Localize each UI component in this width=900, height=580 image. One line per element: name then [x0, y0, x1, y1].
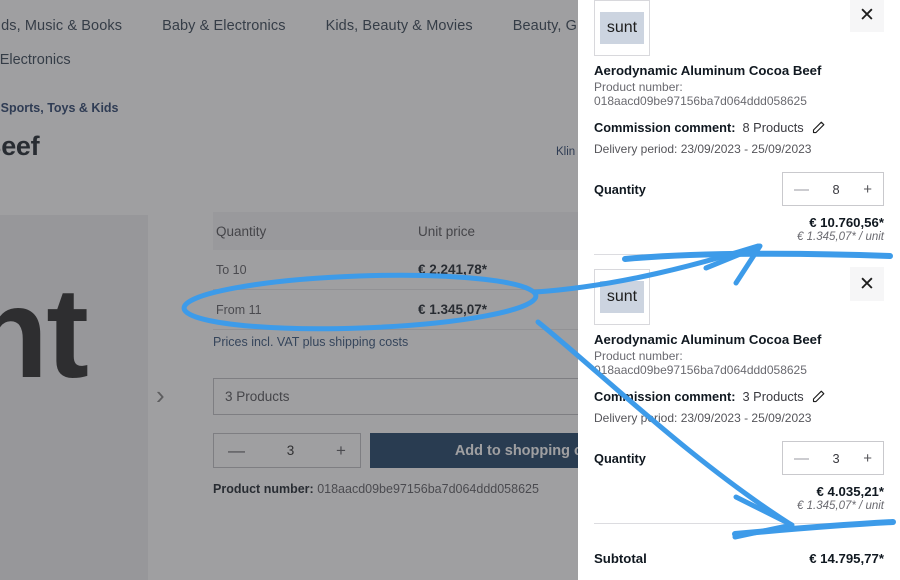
product-thumbnail[interactable]: sunt: [594, 0, 650, 56]
line-item-quantity-stepper[interactable]: — 3 +: [782, 441, 884, 475]
pencil-icon[interactable]: [811, 389, 826, 404]
pencil-icon[interactable]: [811, 120, 826, 135]
line-item-product-number-value: 018aacd09be97156ba7d064ddd058625: [594, 94, 884, 108]
quantity-increase-button[interactable]: +: [863, 450, 872, 467]
manufacturer-link[interactable]: Klin: [556, 146, 575, 158]
cell-quantity-1: From 11: [213, 303, 418, 317]
line-item-delivery-period: Delivery period: 23/09/2023 - 25/09/2023: [594, 142, 884, 156]
quantity-value[interactable]: 8: [833, 182, 840, 197]
quantity-label: Quantity: [594, 182, 646, 197]
line-item-name[interactable]: Aerodynamic Aluminum Cocoa Beef: [594, 332, 884, 347]
product-number: Product number: 018aacd09be97156ba7d064d…: [213, 482, 539, 496]
offcanvas-cart-panel: sunt ✕ Aerodynamic Aluminum Cocoa Beef P…: [578, 0, 900, 580]
line-item-total-price: € 10.760,56*: [594, 215, 884, 230]
thumbnail-image-text: sunt: [600, 281, 644, 313]
line-item-name[interactable]: Aerodynamic Aluminum Cocoa Beef: [594, 63, 884, 78]
quantity-decrease-button[interactable]: —: [794, 450, 809, 467]
line-item-product-number-label: Product number:: [594, 80, 884, 94]
commission-comment-value: 3 Products: [743, 389, 804, 404]
line-item-price-block: € 4.035,21* € 1.345,07* / unit: [594, 484, 884, 512]
remove-line-item-button[interactable]: ✕: [850, 0, 884, 32]
line-item-commission-comment: Commission comment: 3 Products: [594, 389, 884, 404]
subtotal-value: € 14.795,77*: [809, 551, 884, 566]
close-icon: ✕: [859, 6, 875, 25]
gallery-image-text: nt: [0, 270, 87, 398]
remove-line-item-button[interactable]: ✕: [850, 267, 884, 301]
screenshot-root: Kids, Music & Books Baby & Electronics K…: [0, 0, 900, 580]
line-item-header: sunt ✕: [594, 9, 884, 61]
breadcrumb-item-sports-toys-kids[interactable]: Sports, Toys & Kids: [1, 101, 119, 115]
nav-item-0[interactable]: Kids, Music & Books: [0, 18, 122, 34]
line-item-delivery-period: Delivery period: 23/09/2023 - 25/09/2023: [594, 411, 884, 425]
cart-subtotal-row: Subtotal € 14.795,77*: [594, 536, 884, 566]
breadcrumb: › Sports, Toys & Kids: [0, 101, 119, 115]
variant-select-value: 3 Products: [225, 389, 290, 404]
commission-comment-label: Commission comment:: [594, 389, 736, 404]
line-item-quantity-stepper[interactable]: — 8 +: [782, 172, 884, 206]
line-item-price-block: € 10.760,56* € 1.345,07* / unit: [594, 215, 884, 243]
line-item-unit-price: € 1.345,07* / unit: [594, 500, 884, 512]
nav-item-1[interactable]: Baby & Electronics: [162, 18, 286, 34]
line-item-commission-comment: Commission comment: 8 Products: [594, 120, 884, 135]
product-number-value: 018aacd09be97156ba7d064ddd058625: [317, 482, 539, 496]
cart-content: sunt ✕ Aerodynamic Aluminum Cocoa Beef P…: [578, 0, 900, 566]
cart-line-item: sunt ✕ Aerodynamic Aluminum Cocoa Beef P…: [594, 267, 884, 536]
product-gallery-image[interactable]: nt: [0, 215, 148, 580]
line-item-product-number-value: 018aacd09be97156ba7d064ddd058625: [594, 363, 884, 377]
line-item-header: sunt ✕: [594, 278, 884, 330]
product-number-label: Product number:: [213, 482, 314, 496]
gallery-next-icon[interactable]: ›: [156, 380, 165, 411]
commission-comment-label: Commission comment:: [594, 120, 736, 135]
commission-comment-value: 8 Products: [743, 120, 804, 135]
quantity-value[interactable]: 3: [287, 443, 295, 458]
quantity-increase-button[interactable]: +: [336, 441, 346, 461]
subtotal-label: Subtotal: [594, 551, 647, 566]
line-item-product-number-label: Product number:: [594, 349, 884, 363]
quantity-decrease-button[interactable]: —: [228, 441, 245, 461]
quantity-increase-button[interactable]: +: [863, 181, 872, 198]
line-item-total-price: € 4.035,21*: [594, 484, 884, 499]
quantity-decrease-button[interactable]: —: [794, 181, 809, 198]
line-item-unit-price: € 1.345,07* / unit: [594, 231, 884, 243]
page-title: Beef: [0, 131, 39, 162]
nav-item-2[interactable]: Kids, Beauty & Movies: [326, 18, 473, 34]
product-thumbnail[interactable]: sunt: [594, 269, 650, 325]
quantity-label: Quantity: [594, 451, 646, 466]
quantity-value[interactable]: 3: [833, 451, 840, 466]
vat-shipping-note[interactable]: Prices incl. VAT plus shipping costs: [213, 335, 408, 349]
column-header-quantity: Quantity: [213, 224, 418, 239]
line-item-quantity-row: Quantity — 8 +: [594, 172, 884, 206]
divider: [594, 523, 884, 524]
divider: [594, 254, 884, 255]
cell-quantity-0: To 10: [213, 263, 418, 277]
thumbnail-image-text: sunt: [600, 12, 644, 44]
nav-item-secondary[interactable]: & Electronics: [0, 52, 71, 68]
line-item-quantity-row: Quantity — 3 +: [594, 441, 884, 475]
cart-line-item: sunt ✕ Aerodynamic Aluminum Cocoa Beef P…: [594, 0, 884, 267]
close-icon: ✕: [859, 275, 875, 294]
quantity-stepper[interactable]: — 3 +: [213, 433, 361, 468]
